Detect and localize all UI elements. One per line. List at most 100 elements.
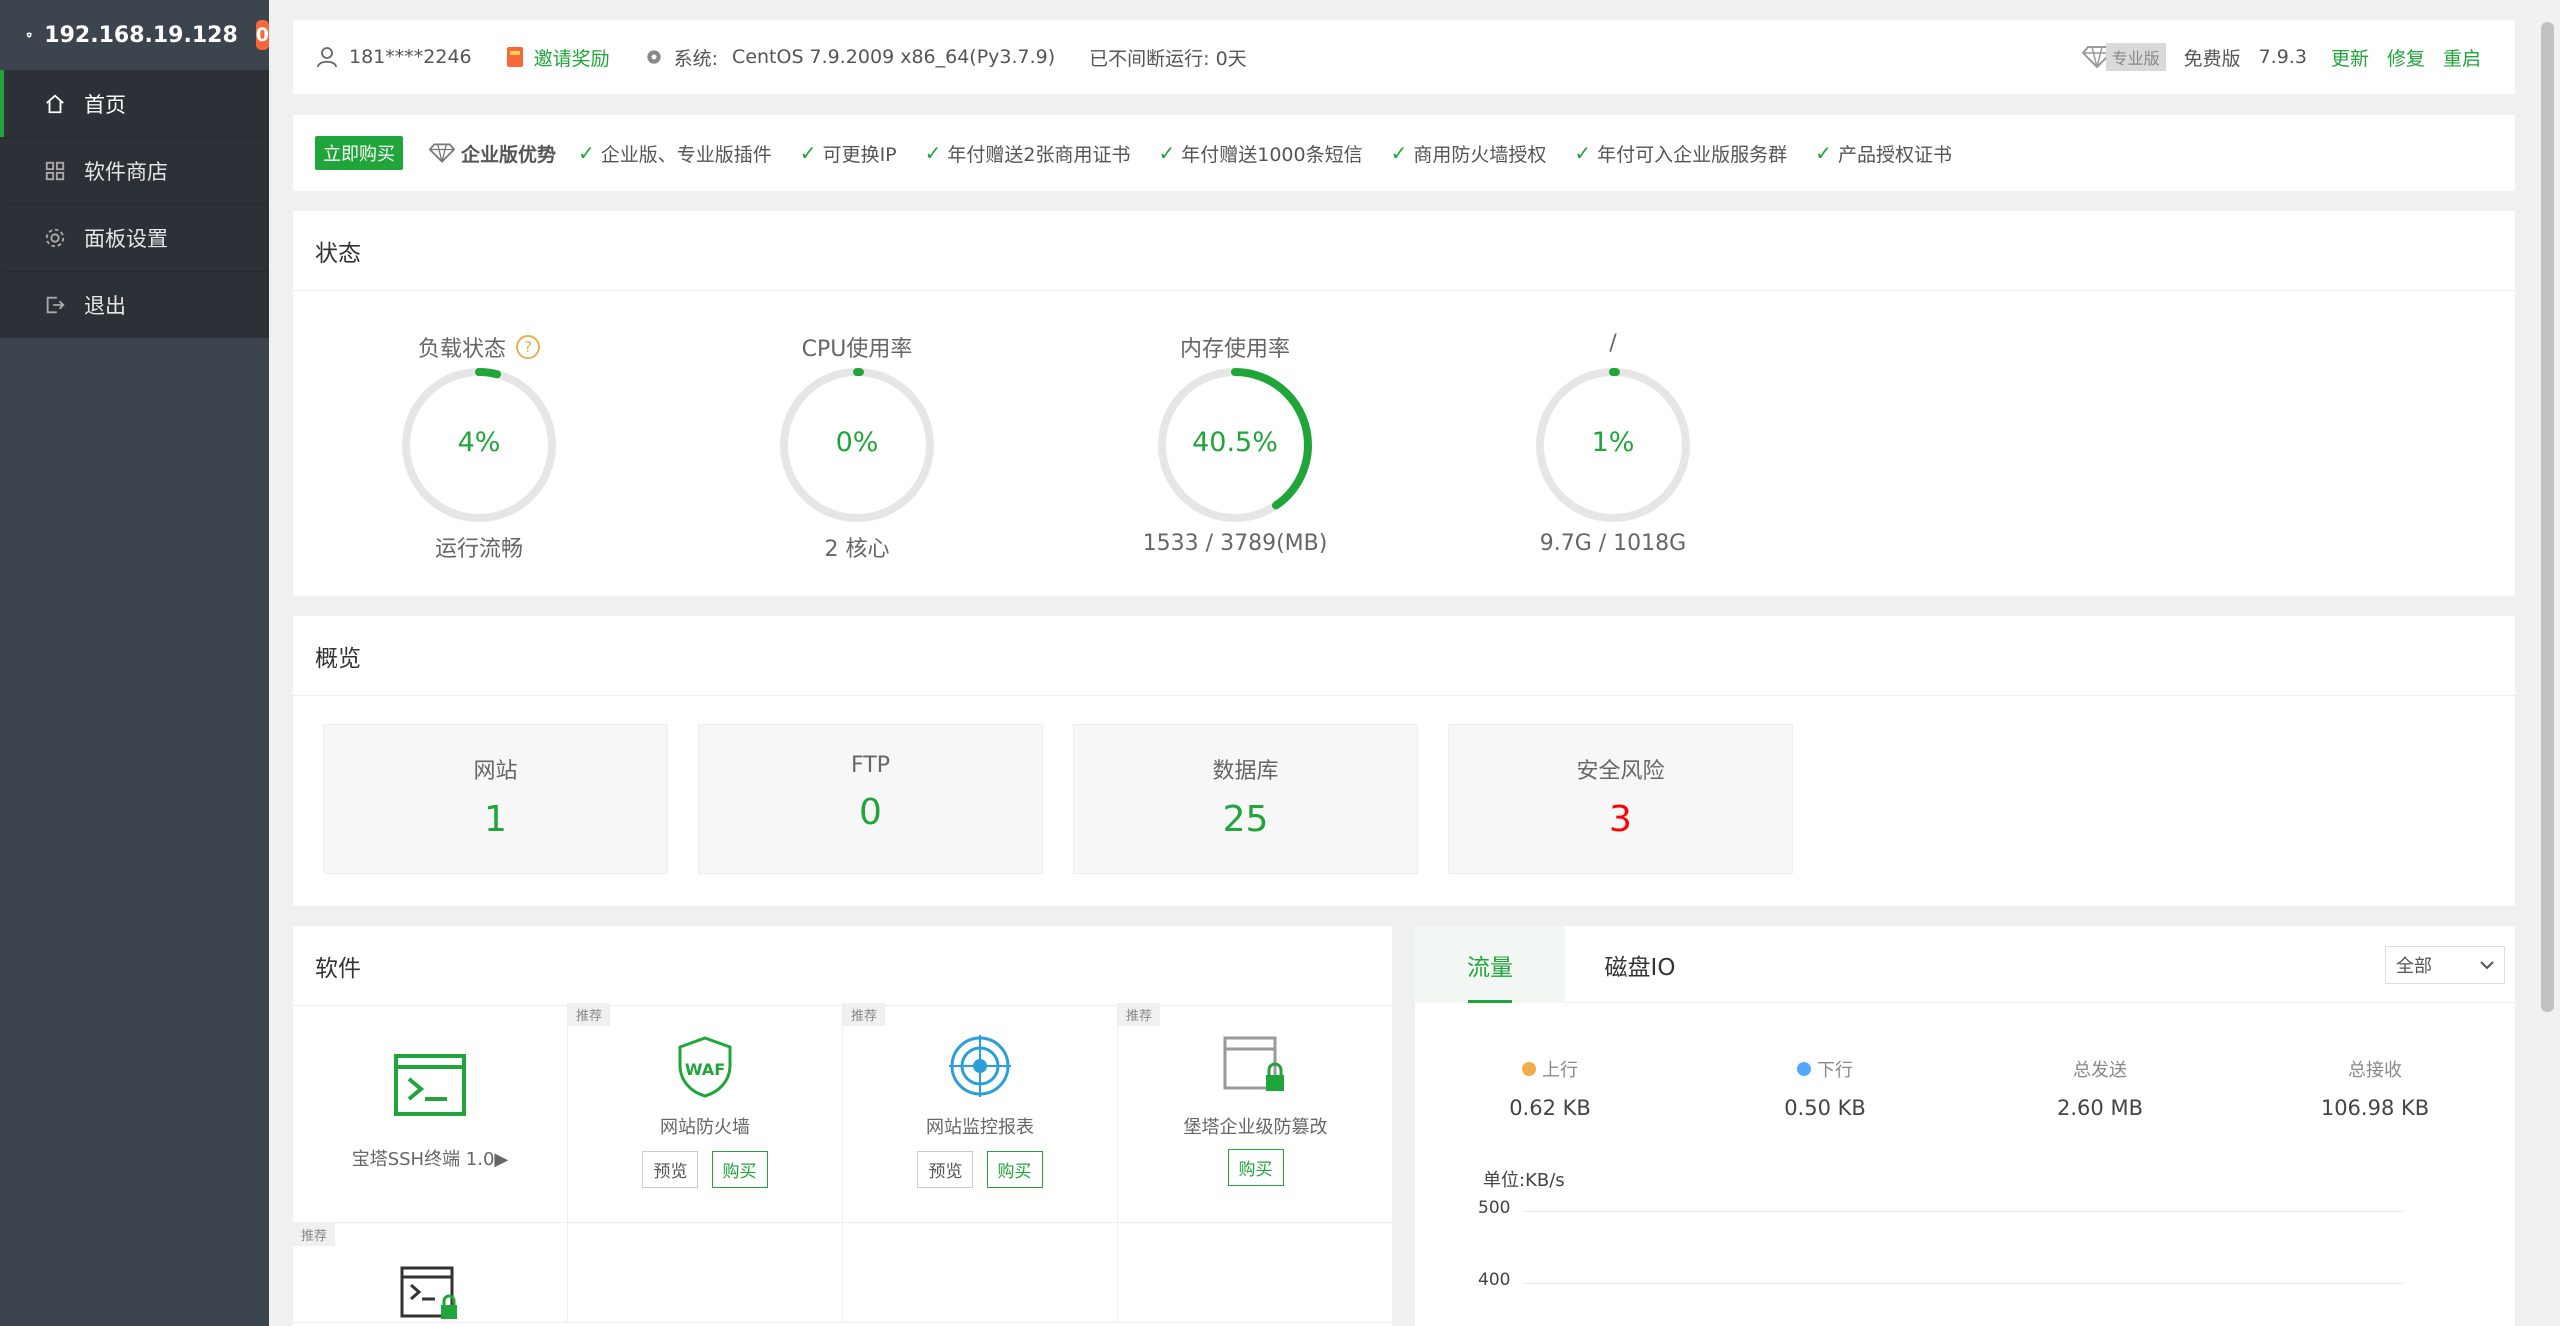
preview-button[interactable]: 预览 <box>642 1151 699 1188</box>
logout-icon <box>46 296 65 314</box>
stat-label: 总接收 <box>2348 1060 2402 1081</box>
sidebar-item-label: 退出 <box>84 294 126 318</box>
gauge-title: / <box>1609 331 1617 356</box>
gauge-sub: 运行流畅 <box>434 537 523 562</box>
software-item-ssh-locked[interactable]: 推荐 <box>293 1223 568 1323</box>
stat-label: 总发送 <box>2073 1060 2127 1081</box>
traffic-tabs: 流量 磁盘IO <box>1415 926 2515 1003</box>
locked-window-icon <box>1223 1036 1284 1091</box>
enterprise-label: 企业版优势 <box>461 143 557 166</box>
software-item-tamper-proof[interactable]: 推荐 堡塔企业级防篡改 购买 <box>1118 1003 1393 1223</box>
overview-security-risk[interactable]: 安全风险 3 <box>1448 724 1793 874</box>
sidebar-item-software-store[interactable]: 软件商店 <box>0 137 269 204</box>
radar-icon <box>949 1035 1011 1097</box>
user-info[interactable]: 181****2246 <box>315 45 472 69</box>
tab-disk-io[interactable]: 磁盘IO <box>1565 926 1715 1003</box>
sidebar-item-label: 面板设置 <box>84 227 168 251</box>
buy-now-button[interactable]: 立即购买 <box>315 136 403 170</box>
overview-value: 25 <box>1222 799 1269 840</box>
stat-label: 上行 <box>1542 1060 1578 1081</box>
update-link[interactable]: 更新 <box>2331 44 2369 71</box>
stat-download: 下行 0.50 KB <box>1690 1056 1960 1120</box>
software-empty-cell <box>568 1223 843 1323</box>
check-icon: ✓ <box>1815 141 1832 165</box>
overview-panel: 概览 网站 1 FTP 0 数据库 25 安全风险 3 <box>293 616 2515 906</box>
chevron-down-icon <box>2480 961 2494 970</box>
version-area: 专业版 免费版 7.9.3 更新 修复 重启 <box>2081 43 2493 71</box>
gear-icon <box>45 228 65 248</box>
user-icon <box>317 47 337 68</box>
sidebar-item-label: 首页 <box>84 92 126 117</box>
buy-button[interactable]: 购买 <box>986 1151 1043 1188</box>
overview-label: FTP <box>851 753 890 778</box>
diamond-icon <box>429 143 455 163</box>
sidebar-menu: 首页 软件商店 面板设置 退出 <box>0 70 269 338</box>
tab-traffic[interactable]: 流量 <box>1415 926 1565 1003</box>
software-item-monitor[interactable]: 推荐 网站监控报表 预览 购买 <box>843 1003 1118 1223</box>
locked-terminal-icon <box>400 1266 457 1319</box>
shield-logo-icon <box>26 32 32 38</box>
feature-label: 企业版、专业版插件 <box>600 143 772 166</box>
feature-label: 产品授权证书 <box>1837 143 1952 166</box>
system-info: 系统: CentOS 7.9.2009 x86_64(Py3.7.9) <box>644 44 1055 71</box>
version: 7.9.3 <box>2258 46 2307 68</box>
recommend-tag: 推荐 <box>843 1003 886 1026</box>
software-name: 网站防火墙 <box>660 1117 750 1138</box>
interface-select[interactable]: 全部 <box>2385 946 2505 984</box>
home-icon <box>46 94 64 113</box>
system-gear-icon <box>646 50 661 64</box>
feature-item: ✓ 企业版、专业版插件 <box>578 140 772 167</box>
gauge-value: 0% <box>835 427 879 458</box>
gauge-value: 1% <box>1591 427 1635 458</box>
gauge-sub: 2 核心 <box>824 537 890 562</box>
overview-value: 0 <box>859 792 882 833</box>
gauge-sub: 9.7G / 1018G <box>1539 531 1687 556</box>
status-panel: 状态 负载状态? 4% 运行流畅 CPU使用率 0% 2 核心 内存使用率 40… <box>293 211 2515 596</box>
overview-label: 安全风险 <box>1576 759 1665 784</box>
gauge-title-wrap: CPU使用率 <box>727 331 987 363</box>
software-panel: 软件 宝塔SSH终端 1.0▶ 推荐 WAF 网站防火墙 预览 购买 推荐 网站… <box>293 926 1393 1326</box>
preview-button[interactable]: 预览 <box>917 1151 974 1188</box>
gauge-value: 4% <box>457 427 501 458</box>
overview-databases[interactable]: 数据库 25 <box>1073 724 1418 874</box>
feature-label: 商用防火墙授权 <box>1413 143 1547 166</box>
sidebar-item-logout[interactable]: 退出 <box>0 271 269 338</box>
button-row: 预览 购买 <box>568 1151 842 1188</box>
feature-item: ✓ 年付赠送1000条短信 <box>1158 140 1362 167</box>
help-icon[interactable]: ? <box>516 335 540 359</box>
overview-title: 概览 <box>293 616 2515 696</box>
chart-unit: 单位:KB/s <box>1483 1170 1565 1191</box>
software-item-waf[interactable]: 推荐 WAF 网站防火墙 预览 购买 <box>568 1003 843 1223</box>
y-tick-label: 400 <box>1478 1270 1511 1290</box>
restart-link[interactable]: 重启 <box>2443 44 2481 71</box>
software-name: 网站监控报表 <box>926 1117 1034 1138</box>
software-empty-cell <box>1118 1223 1393 1323</box>
enterprise-advantages[interactable]: 企业版优势 <box>429 140 556 167</box>
gridline <box>1523 1283 2403 1284</box>
scrollbar-thumb[interactable] <box>2541 22 2554 1012</box>
repair-link[interactable]: 修复 <box>2387 44 2425 71</box>
check-icon: ✓ <box>799 141 817 165</box>
buy-button[interactable]: 购买 <box>1227 1149 1284 1186</box>
download-dot-icon <box>1797 1062 1811 1076</box>
notification-badge[interactable]: 0 <box>255 20 269 50</box>
stat-value: 0.62 KB <box>1509 1096 1591 1120</box>
system-label: 系统: <box>673 47 719 70</box>
gauge-title-wrap: 负载状态? <box>349 331 609 363</box>
overview-ftp[interactable]: FTP 0 <box>698 724 1043 874</box>
stat-total-sent: 总发送 2.60 MB <box>1965 1056 2235 1120</box>
stat-total-received: 总接收 106.98 KB <box>2240 1056 2510 1120</box>
check-icon: ✓ <box>1390 141 1408 165</box>
overview-websites[interactable]: 网站 1 <box>323 724 668 874</box>
page-scrollbar[interactable] <box>2535 0 2560 1326</box>
sidebar: 192.168.19.128 0 首页 软件商店 面板设置 退出 <box>0 0 269 1326</box>
pro-tag[interactable]: 专业版 <box>2105 43 2166 71</box>
sidebar-item-home[interactable]: 首页 <box>0 70 269 137</box>
software-name: 宝塔SSH终端 1.0▶ <box>351 1149 509 1170</box>
invite-link[interactable]: 邀请奖励 <box>506 44 610 71</box>
software-item-ssh[interactable]: 宝塔SSH终端 1.0▶ <box>293 1003 568 1223</box>
check-icon: ✓ <box>1574 141 1592 165</box>
buy-button[interactable]: 购买 <box>711 1151 768 1188</box>
sidebar-item-panel-settings[interactable]: 面板设置 <box>0 204 269 271</box>
feature-label: 年付赠送2张商用证书 <box>947 143 1131 166</box>
